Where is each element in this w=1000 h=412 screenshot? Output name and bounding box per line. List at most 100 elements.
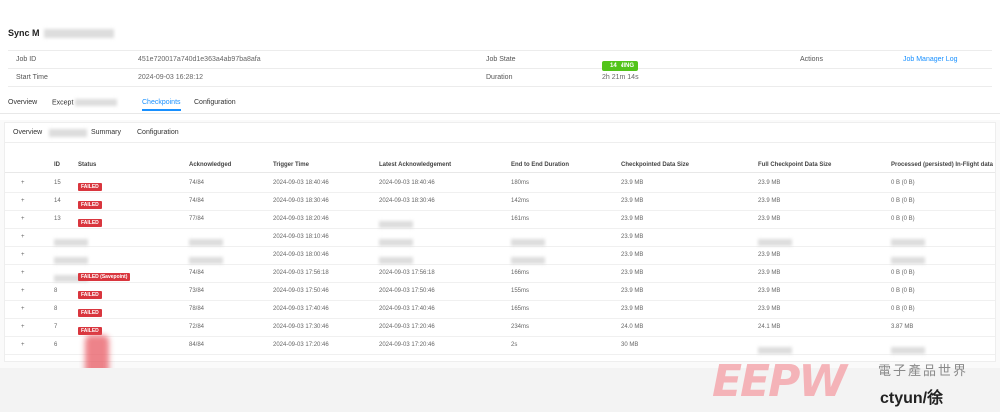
cell-ack: 74/84 [189,180,205,186]
cell-id: 6 [54,342,58,348]
cell-latest: 2024-09-03 17:40:46 [379,306,435,312]
cell-dur: 165ms [511,306,530,312]
cell-id: 8 [54,288,58,294]
cell-size: 23.9 MB [621,252,644,258]
cell-id: 7 [54,324,58,330]
expand-row-button[interactable]: + [21,306,25,312]
blurred-subtab [49,129,87,137]
table-header: ID Status Acknowledged Trigger Time Late… [5,157,995,173]
cell-size: 23.9 MB [621,198,644,204]
cell-dur: 155ms [511,288,530,294]
tab-exceptions-label: Except [52,99,74,107]
cell-size: 23.9 MB [621,306,644,312]
cell-full: 23.9 MB [758,180,781,186]
cell-size: 23.9 MB [621,288,644,294]
table-row[interactable]: +14 FAILED 74/84 2024-09-03 18:30:46 2024-09… [5,193,995,211]
cell-dur: 2s [511,342,518,348]
cell-dur: 166ms [511,270,530,276]
subtab-configuration[interactable]: Configuration [137,129,179,136]
cell-size: 23.9 MB [621,216,644,222]
cell-ack: 74/84 [189,270,205,276]
blurred-cell [891,257,925,264]
cell-id: 14 [54,198,61,204]
cell-proc: 3.87 MB [891,324,914,330]
expand-row-button[interactable]: + [21,270,25,276]
table-row[interactable]: +8 FAILED 78/84 2024-09-03 17:40:46 2024-09-… [5,301,995,319]
expand-row-button[interactable]: + [21,252,25,258]
cell-trigger: 2024-09-03 17:20:46 [273,342,329,348]
col-acknowledged: Acknowledged [189,162,232,168]
table-row[interactable]: +13 FAILED 77/84 2024-09-03 18:20:46 161ms 23… [5,211,995,229]
cell-trigger: 2024-09-03 18:40:46 [273,180,329,186]
cell-size: 30 MB [621,342,639,348]
duration-label: Duration [486,74,513,81]
table-row[interactable]: + FAILED (Savepoint) 74/84 2024-09-03 17:56… [5,265,995,283]
expand-row-button[interactable]: + [21,216,25,222]
blurred-cell [758,239,792,246]
cell-latest: 2024-09-03 17:20:46 [379,324,435,330]
table-row[interactable]: +2024-09-03 18:00:46 23.9 MB 23.9 MB [5,247,995,265]
table-row[interactable]: +8 FAILED 73/84 2024-09-03 17:50:46 2024-09-… [5,283,995,301]
cell-ack: 74/84 [189,198,205,204]
info-row-2: Start Time 2024-09-03 16:28:12 Duration … [8,69,992,87]
cell-ack: 84/84 [189,342,205,348]
expand-row-button[interactable]: + [21,324,25,330]
status-badge: FAILED (Savepoint) [78,273,131,281]
cell-full: 23.9 MB [758,306,781,312]
cell-dur: 161ms [511,216,530,222]
cell-proc: 0 B (0 B) [891,270,915,276]
blurred-cell [758,347,792,354]
expand-row-button[interactable]: + [21,198,25,204]
blurred-cell [511,239,545,246]
expand-row-button[interactable]: + [21,234,25,240]
tab-configuration[interactable]: Configuration [194,99,236,106]
cell-trigger: 2024-09-03 18:20:46 [273,216,329,222]
col-duration: End to End Duration [511,162,569,168]
cell-id: 13 [54,216,61,222]
table-row[interactable]: +6 84/84 2024-09-03 17:20:46 2024-09-03 17:… [5,337,995,355]
cell-id: 8 [54,306,58,312]
cell-size: 23.9 MB [621,270,644,276]
tab-overview[interactable]: Overview [8,99,37,106]
job-manager-log-link[interactable]: Job Manager Log [903,56,957,63]
cell-latest: 2024-09-03 18:40:46 [379,180,435,186]
eepw-watermark-logo: EEPW [712,356,847,407]
cell-full: 23.9 MB [758,288,781,294]
cell-proc: 0 B (0 B) [891,288,915,294]
cell-latest: 2024-09-03 17:20:46 [379,342,435,348]
status-badge: FAILED [78,219,102,227]
col-trigger-time: Trigger Time [273,162,309,168]
cell-proc: 0 B (0 B) [891,198,915,204]
col-latest-ack: Latest Acknowledgement [379,162,452,168]
blurred-cell [891,347,925,354]
actions-label: Actions [800,56,823,63]
blurred-cell [379,221,413,228]
job-title: Sync M [8,28,114,39]
job-state-label: Job State [486,56,516,63]
status-badge: FAILED [78,327,102,335]
watermark-user-text: ctyun/徐 [880,390,944,407]
job-tabs: Overview Except Checkpoints Configuratio… [0,96,1000,114]
duration-value: 2h 21m 14s [602,74,639,81]
cell-trigger: 2024-09-03 17:50:46 [273,288,329,294]
table-row[interactable]: +2024-09-03 18:10:46 23.9 MB [5,229,995,247]
table-row[interactable]: +7 FAILED 72/84 2024-09-03 17:30:46 2024-09-… [5,319,995,337]
cell-id: 15 [54,180,61,186]
subtab-overview[interactable]: Overview [13,129,42,136]
col-processed: Processed (persisted) In-Flight data [891,162,994,168]
blurred-cell [511,257,545,264]
watermark-cn-text: 電子產品世界 [878,363,969,378]
cell-proc: 0 B (0 B) [891,306,915,312]
cell-proc: 0 B (0 B) [891,216,915,222]
expand-row-button[interactable]: + [21,288,25,294]
expand-row-button[interactable]: + [21,342,25,348]
tab-checkpoints[interactable]: Checkpoints [142,99,181,111]
table-row[interactable]: +15 FAILED 74/84 2024-09-03 18:40:46 2024-09… [5,175,995,193]
blurred-cell [379,239,413,246]
blurred-cell [189,239,223,246]
tab-exceptions[interactable]: Except [52,99,118,107]
subtab-summary[interactable]: Summary [91,129,121,136]
expand-row-button[interactable]: + [21,180,25,186]
blurred-cell [54,239,88,246]
cell-trigger: 2024-09-03 18:10:46 [273,234,329,240]
